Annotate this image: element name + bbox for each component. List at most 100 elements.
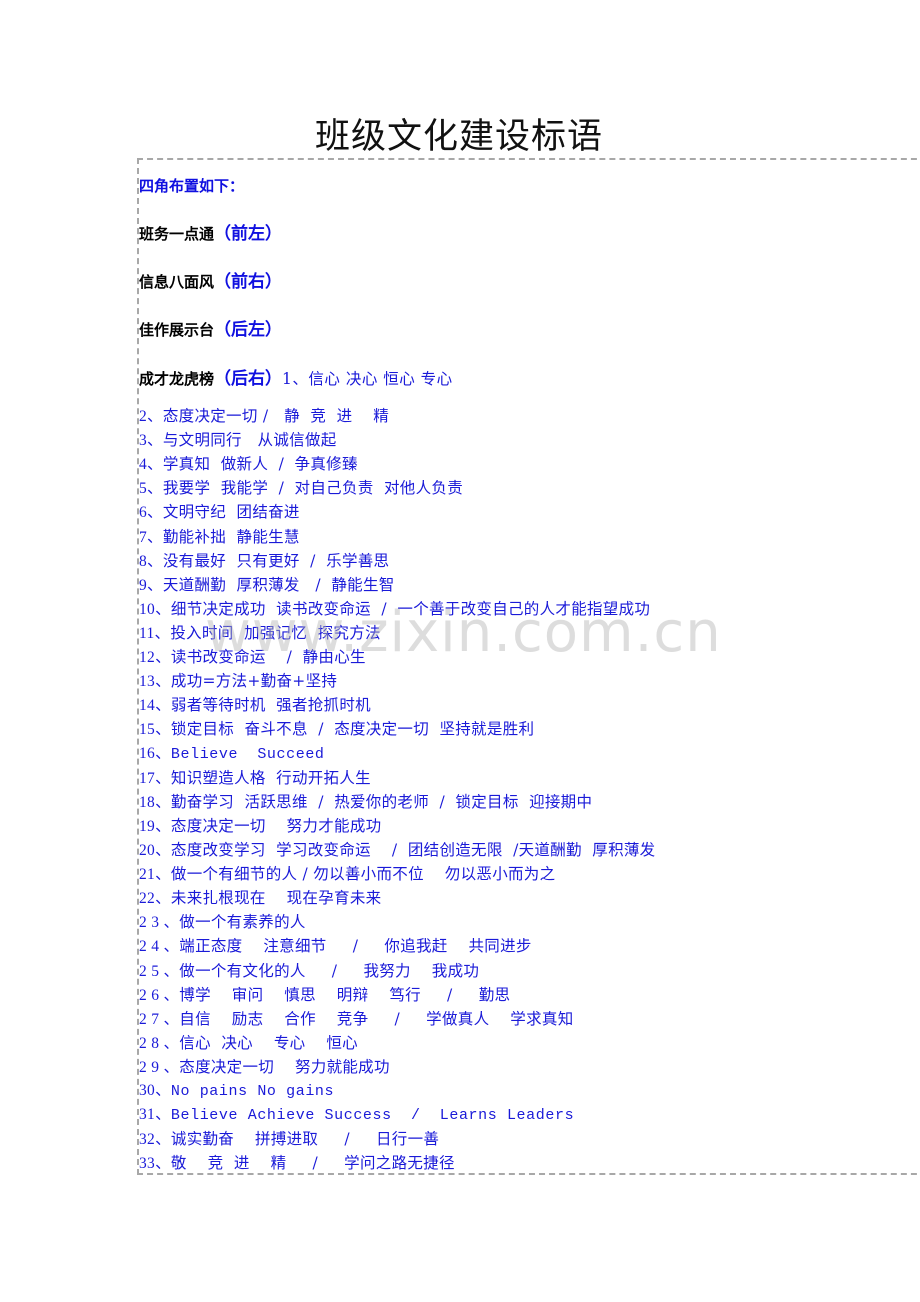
slogan-item: 30、No pains No gains <box>139 1079 655 1103</box>
slogan-item: 8、没有最好 只有更好 / 乐学善思 <box>139 549 655 573</box>
slogan-text: 态度决定一切 / 静 竞 进 精 <box>162 407 390 425</box>
slogan-number: 15、 <box>139 721 171 739</box>
slogan-text: 知识塑造人格 行动开拓人生 <box>170 768 371 787</box>
corner-name: 班务一点通 <box>139 225 215 243</box>
slogan-text: 与文明同行 从诚信做起 <box>162 431 337 450</box>
slogan-item: 2 5 、做一个有文化的人 / 我努力 我成功 <box>139 959 655 983</box>
slogan-text: 投入时间 加强记忆 探究方法 <box>170 623 381 642</box>
slogan-item: 2、态度决定一切 / 静 竞 进 精 <box>139 404 655 428</box>
slogan-number: 21、 <box>139 866 171 884</box>
slogan-text: 弱者等待时机 强者抢抓时机 <box>170 696 371 715</box>
layout-intro-heading: 四角布置如下： <box>139 177 245 195</box>
slogan-text: 学真知 做新人 / 争真修臻 <box>162 455 358 474</box>
slogan-number: 14、 <box>139 697 171 715</box>
slogan-number: 5、 <box>139 480 163 498</box>
slogan-number: 12、 <box>139 649 171 667</box>
slogan-item: 2 6 、博学 审问 慎思 明辩 笃行 / 勤思 <box>139 983 655 1007</box>
slogan-number: 10、 <box>139 600 171 618</box>
slogan-text: 勤能补拙 静能生慧 <box>162 527 300 546</box>
slogan-text: 做一个有素养的人 <box>179 913 306 932</box>
slogan-text: 博学 审问 慎思 明辩 笃行 / 勤思 <box>179 985 511 1004</box>
slogan-number: 2 9 、 <box>139 1058 180 1076</box>
slogan-item: 4、学真知 做新人 / 争真修臻 <box>139 452 655 476</box>
slogan-item: 6、文明守纪 团结奋进 <box>139 500 655 524</box>
slogan-text: 锁定目标 奋斗不息 / 态度决定一切 坚持就是胜利 <box>170 720 535 739</box>
slogan-number: 33、 <box>139 1155 171 1173</box>
slogan-number: 3、 <box>139 432 163 450</box>
slogan-number: 2、 <box>139 408 163 425</box>
slogan-number: 2 5 、 <box>139 962 180 980</box>
slogan-text: 文明守纪 团结奋进 <box>162 503 300 522</box>
slogan-item: 2 9 、态度决定一切 努力就能成功 <box>139 1055 655 1079</box>
slogan-number: 19、 <box>139 817 171 835</box>
slogan-number: 31、 <box>139 1106 171 1124</box>
slogan-text: 态度决定一切 努力就能成功 <box>179 1057 390 1076</box>
slogan-item: 9、天道酬勤 厚积薄发 / 静能生智 <box>139 573 655 597</box>
slogan-number: 7、 <box>139 528 163 546</box>
slogan-item: 3、与文明同行 从诚信做起 <box>139 428 655 452</box>
slogan-item: 16、Believe Succeed <box>139 742 655 766</box>
slogan-number: 16、 <box>139 744 171 762</box>
slogan-text: 我要学 我能学 / 对自己负责 对他人负责 <box>162 479 463 498</box>
slogan-item: 2 7 、自信 励志 合作 竞争 / 学做真人 学求真知 <box>139 1007 655 1031</box>
slogan-item: 7、勤能补拙 静能生慧 <box>139 525 655 549</box>
slogan-text: 成功=方法+勤奋+坚持 <box>170 672 338 691</box>
slogan-number: 22、 <box>139 890 171 908</box>
slogan-number: 11、 <box>139 624 171 642</box>
slogan-text: 勤奋学习 活跃思维 / 热爱你的老师 / 锁定目标 迎接期中 <box>170 792 593 811</box>
slogan-text: Believe Achieve Success / Learns Leaders <box>170 1107 575 1125</box>
slogan-item: 22、未来扎根现在 现在孕育未来 <box>139 886 655 910</box>
slogan-item: 31、Believe Achieve Success / Learns Lead… <box>139 1103 655 1127</box>
slogan-list: 2、态度决定一切 / 静 竞 进 精 3、与文明同行 从诚信做起 4、学真知 做新人… <box>139 404 655 1176</box>
corner-front-right: 信息八面风（前右） <box>139 272 282 292</box>
corner-name: 信息八面风 <box>139 273 215 291</box>
slogan-item: 13、成功=方法+勤奋+坚持 <box>139 669 655 693</box>
slogan-number: 20、 <box>139 841 171 859</box>
slogan-item-1: 1、信心 决心 恒心 专心 <box>282 370 453 388</box>
slogan-number: 18、 <box>139 793 171 811</box>
slogan-text: 做一个有细节的人 / 勿以善小而不位 勿以恶小而为之 <box>170 865 556 884</box>
slogan-text: 做一个有文化的人 / 我努力 我成功 <box>179 961 480 980</box>
slogan-number: 1、 <box>282 370 309 388</box>
document-title: 班级文化建设标语 <box>0 112 920 162</box>
corner-position: （前右） <box>214 272 283 292</box>
slogan-number: 30、 <box>139 1082 171 1100</box>
slogan-text: 信心 决心 恒心 专心 <box>308 370 453 388</box>
corner-name: 成才龙虎榜 <box>139 370 215 388</box>
slogan-text: Believe Succeed <box>170 745 325 763</box>
corner-position: （后左） <box>214 320 283 340</box>
slogan-number: 32、 <box>139 1131 171 1149</box>
slogan-text: 未来扎根现在 现在孕育未来 <box>170 889 382 908</box>
slogan-number: 13、 <box>139 673 171 691</box>
slogan-item: 21、做一个有细节的人 / 勿以善小而不位 勿以恶小而为之 <box>139 862 655 886</box>
corner-back-left: 佳作展示台（后左） <box>139 320 282 340</box>
slogan-text: No pains No gains <box>170 1083 335 1101</box>
slogan-item: 11、投入时间 加强记忆 探究方法 <box>139 621 655 645</box>
slogan-text: 没有最好 只有更好 / 乐学善思 <box>162 551 390 570</box>
slogan-item: 14、弱者等待时机 强者抢抓时机 <box>139 693 655 717</box>
corner-front-left: 班务一点通（前左） <box>139 224 282 244</box>
slogan-item: 32、诚实勤奋 拼搏进取 / 日行一善 <box>139 1127 655 1151</box>
slogan-item: 5、我要学 我能学 / 对自己负责 对他人负责 <box>139 476 655 500</box>
corner-position: （前左） <box>214 224 283 244</box>
slogan-item: 17、知识塑造人格 行动开拓人生 <box>139 766 655 790</box>
slogan-item: 33、敬 竞 进 精 / 学问之路无捷径 <box>139 1151 655 1175</box>
document-title-text: 班级文化建设标语 <box>314 117 603 157</box>
slogan-number: 2 8 、 <box>139 1034 180 1052</box>
slogan-item: 15、锁定目标 奋斗不息 / 态度决定一切 坚持就是胜利 <box>139 717 655 741</box>
slogan-number: 17、 <box>139 769 171 787</box>
slogan-number: 2 4 、 <box>139 938 180 956</box>
slogan-text: 细节决定成功 读书改变命运 / 一个善于改变自己的人才能指望成功 <box>170 599 651 618</box>
slogan-number: 2 6 、 <box>139 986 180 1004</box>
slogan-text: 诚实勤奋 拼搏进取 / 日行一善 <box>170 1130 440 1149</box>
slogan-item: 2 3 、做一个有素养的人 <box>139 910 655 934</box>
slogan-text: 态度决定一切 努力才能成功 <box>170 816 382 835</box>
slogan-number: 9、 <box>139 576 163 594</box>
slogan-text: 敬 竞 进 精 / 学问之路无捷径 <box>170 1154 455 1173</box>
slogan-number: 2 7 、 <box>139 1010 180 1028</box>
slogan-text: 信心 决心 专心 恒心 <box>179 1033 358 1052</box>
slogan-item: 12、读书改变命运 / 静由心生 <box>139 645 655 669</box>
slogan-text: 自信 励志 合作 竞争 / 学做真人 学求真知 <box>179 1009 574 1028</box>
slogan-text: 端正态度 注意细节 / 你追我赶 共同进步 <box>179 937 532 956</box>
slogan-number: 2 3 、 <box>139 914 180 932</box>
